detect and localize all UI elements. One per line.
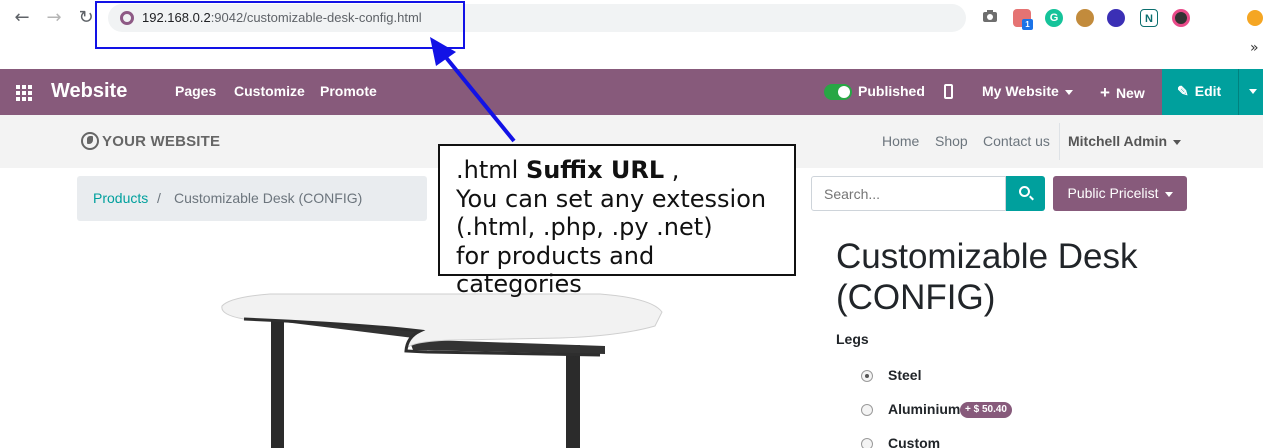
annotation-arrow [430,37,516,143]
arrow-shaft [442,53,516,143]
arrow-head [430,37,456,66]
